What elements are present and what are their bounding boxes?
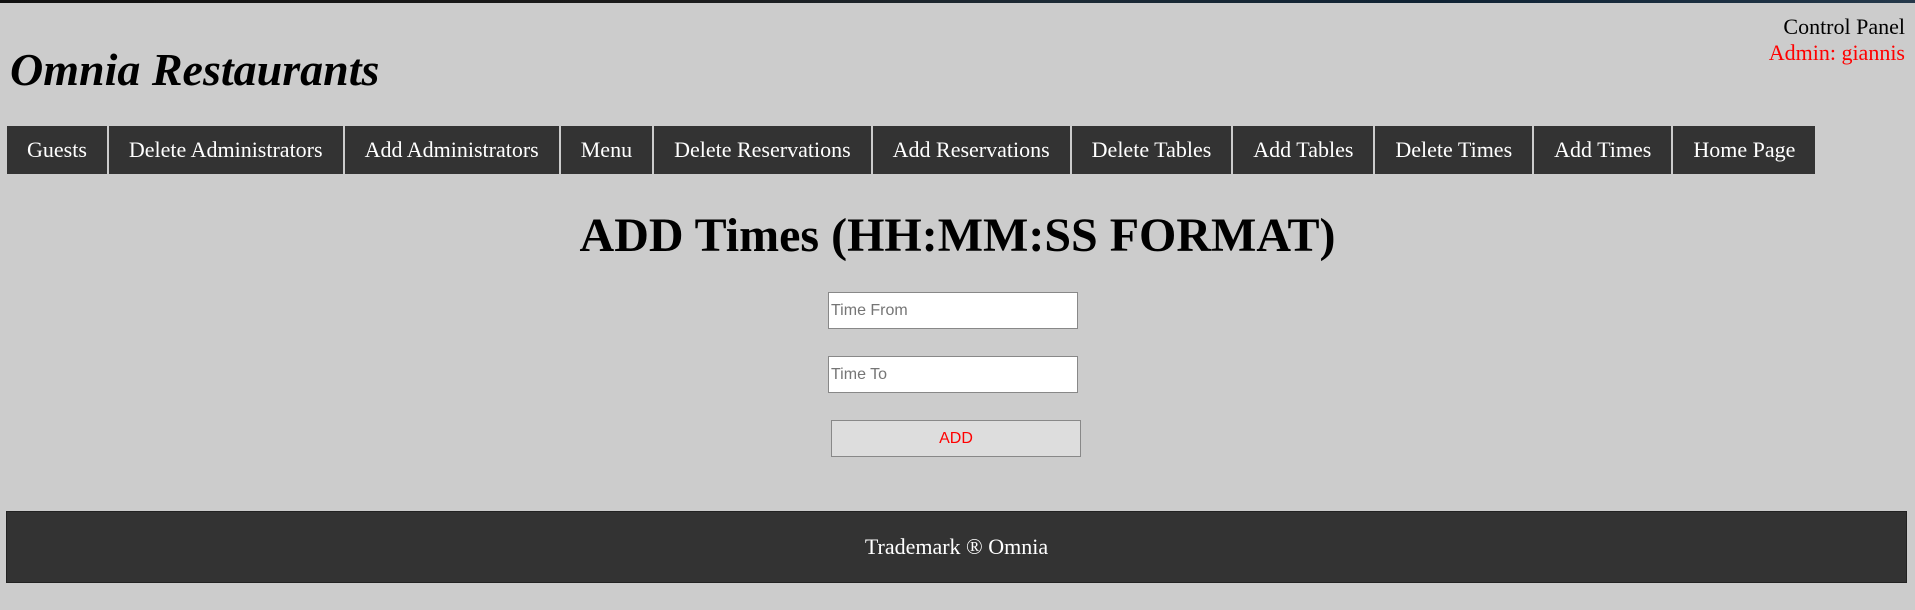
admin-user-label: Admin: giannis — [1768, 40, 1905, 65]
nav-item-guests[interactable]: Guests — [7, 126, 109, 174]
time-to-input[interactable] — [828, 356, 1078, 393]
control-panel-info: Control Panel Admin: giannis — [1769, 14, 1905, 66]
footer: Trademark ® Omnia — [6, 511, 1907, 583]
nav-item-menu[interactable]: Menu — [561, 126, 655, 174]
nav-item-add-tables[interactable]: Add Tables — [1233, 126, 1376, 174]
main-nav: Guests Delete Administrators Add Adminis… — [7, 126, 1816, 174]
nav-item-delete-reservations[interactable]: Delete Reservations — [654, 126, 873, 174]
nav-item-delete-times[interactable]: Delete Times — [1375, 126, 1535, 174]
nav-item-delete-tables[interactable]: Delete Tables — [1072, 126, 1234, 174]
top-decorative-strip — [0, 0, 1915, 3]
page-title: ADD Times (HH:MM:SS FORMAT) — [579, 209, 1336, 262]
nav-item-home-page[interactable]: Home Page — [1673, 126, 1815, 174]
nav-item-add-times[interactable]: Add Times — [1534, 126, 1674, 174]
add-button[interactable]: ADD — [831, 420, 1081, 457]
control-panel-label: Control Panel — [1783, 14, 1905, 39]
nav-item-add-administrators[interactable]: Add Administrators — [345, 126, 561, 174]
nav-item-add-reservations[interactable]: Add Reservations — [873, 126, 1072, 174]
time-from-input[interactable] — [828, 292, 1078, 329]
site-brand: Omnia Restaurants — [10, 44, 380, 95]
nav-item-delete-administrators[interactable]: Delete Administrators — [109, 126, 345, 174]
footer-trademark: Trademark ® Omnia — [864, 534, 1049, 559]
